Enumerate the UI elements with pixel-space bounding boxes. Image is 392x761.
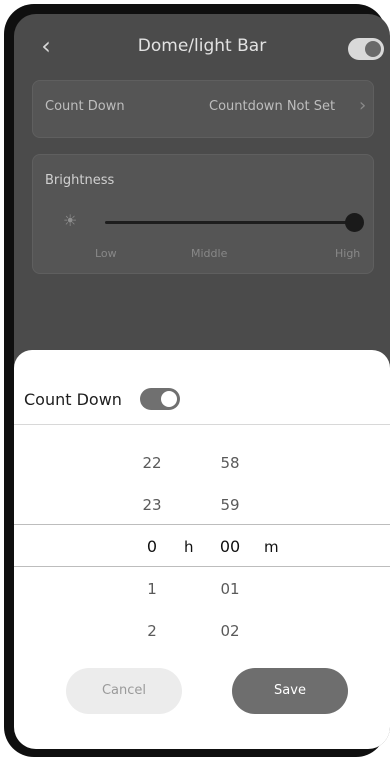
nav-bar: ‹ Dome/light Bar [14,14,390,84]
minute-option-selected[interactable]: 00 [210,537,250,556]
page-title: Dome/light Bar [137,36,267,56]
hour-option[interactable]: 22 [132,454,172,472]
minute-option[interactable]: 01 [210,580,250,598]
minute-option[interactable]: 58 [210,454,250,472]
minute-option[interactable]: 02 [210,622,250,640]
sheet-countdown-label: Count Down [24,390,122,409]
brightness-slider[interactable] [105,221,355,224]
hour-option[interactable]: 1 [132,580,172,598]
picker-selection-top-line [14,524,390,525]
countdown-sheet: Count Down 22 23 0 1 2 h 58 59 00 01 02 … [14,350,390,749]
scale-high-label: High [335,247,361,260]
toggle-knob [365,41,381,57]
picker-selection-bottom-line [14,566,390,567]
toggle-knob [161,391,177,407]
save-button[interactable]: Save [232,668,348,714]
minute-unit-label: m [264,538,279,556]
cancel-button[interactable]: Cancel [66,668,182,714]
sun-icon: ☀ [63,211,78,230]
hour-option[interactable]: 2 [132,622,172,640]
brightness-card: Brightness ☀ Low Middle High [32,154,374,274]
scale-middle-label: Middle [191,247,228,260]
sheet-divider [14,424,390,425]
hour-unit-label: h [184,538,194,556]
app-screen: ‹ Dome/light Bar Count Down Countdown No… [14,14,390,749]
minute-option[interactable]: 59 [210,496,250,514]
brightness-slider-handle[interactable] [345,213,364,232]
countdown-label: Count Down [45,99,125,114]
scale-low-label: Low [95,247,117,260]
brightness-label: Brightness [45,173,115,188]
countdown-value: Countdown Not Set [209,99,336,114]
chevron-right-icon: › [359,95,367,116]
hour-option-selected[interactable]: 0 [132,537,172,556]
countdown-row[interactable]: Count Down Countdown Not Set › [32,80,374,138]
power-toggle[interactable] [348,38,384,60]
countdown-toggle[interactable] [140,388,180,410]
hour-option[interactable]: 23 [132,496,172,514]
